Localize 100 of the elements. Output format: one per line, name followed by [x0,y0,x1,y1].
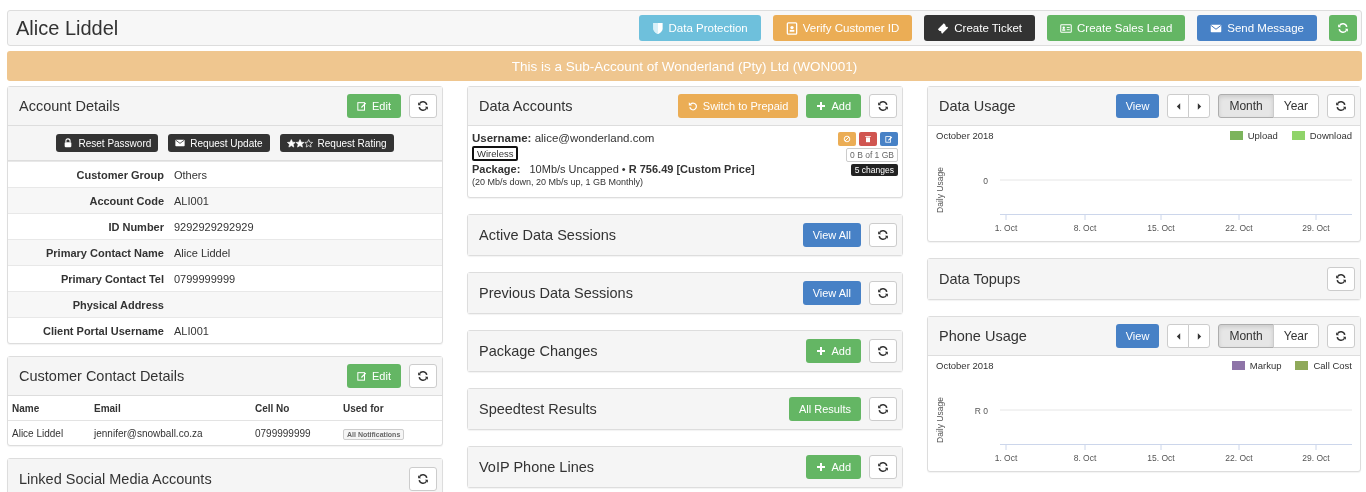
panel-title: Customer Contact Details [19,368,186,384]
field-label: Primary Contact Name [45,246,164,259]
refresh-button[interactable] [409,467,437,491]
field-label: ID Number [107,220,164,233]
panel-action-button[interactable]: All Results [789,397,861,421]
refresh-button[interactable] [409,94,437,118]
field-label: Account Code [88,194,164,207]
panel-action-button[interactable]: Add [806,339,861,363]
field-label: Client Portal Username [41,324,164,337]
refresh-icon [417,100,429,112]
refresh-button[interactable] [409,364,437,388]
account-action-button[interactable]: Request Rating [279,134,394,152]
chart-period: October 2018 [936,360,994,371]
header-action-button[interactable]: Create Sales Lead [1047,15,1186,41]
header-action-button[interactable]: Create Ticket [924,15,1035,41]
y-axis-label: Daily Usage [935,397,945,443]
refresh-button[interactable] [869,397,897,421]
edit-button[interactable] [880,132,898,146]
field-value: ALI001 [174,324,209,337]
add-button[interactable]: Add [806,94,861,118]
field-value: Others [174,168,207,181]
field-label: Primary Contact Tel [59,272,164,285]
package-speed-details: (20 Mb/s down, 20 Mb/s up, 1 GB Monthly) [472,177,644,187]
panel-title: Data Topups [939,271,1022,287]
chart-period: October 2018 [936,130,994,141]
panel-action-button[interactable]: View All [802,223,861,247]
plus-icon [816,101,827,111]
table-cell-text: jennifer@snowball.co.za [94,427,204,439]
refresh-button[interactable] [1327,324,1355,348]
trash-icon [864,135,872,143]
ban-icon [843,135,851,143]
edit-button[interactable]: Edit [347,364,401,388]
refresh-button[interactable] [869,281,897,305]
account-action-button[interactable]: Reset Password [56,134,159,152]
x-tick-label: 22. Oct [1225,453,1253,463]
refresh-button[interactable] [869,339,897,363]
panel-action-button[interactable]: Add [806,455,861,479]
caret-right-icon [1196,332,1202,340]
header-action-button[interactable]: Data Protection [638,15,761,41]
changes-count: 5 changes [850,164,898,176]
panel-title: Speedtest Results [479,401,598,417]
plus-icon [816,346,827,356]
sub-account-banner: This is a Sub-Account of Wonderland (Pty) Ltd (WON001) [7,51,1362,81]
panel-title: Data Accounts [479,98,574,114]
plus-icon [816,462,827,472]
y-axis-label: Daily Usage [935,167,945,213]
refresh-icon [1335,273,1347,285]
y-tick-label: R 0 [974,406,988,416]
legend-label: Call Cost [1313,360,1352,371]
period-toggle[interactable]: Month [1218,324,1274,348]
account-action-button[interactable]: Request Update [168,134,270,152]
view-button[interactable]: View [1115,94,1160,118]
panel-title: Account Details [19,98,121,114]
column-header: Email [94,402,122,414]
panel-action-button[interactable]: View All [802,281,861,305]
y-tick-label: 0 [983,176,988,186]
refresh-button[interactable] [869,455,897,479]
refresh-icon [877,461,889,473]
column-header: Used for [343,402,385,414]
x-tick-label: 8. Oct [1073,453,1097,463]
edit-icon [357,371,368,381]
x-tick-label: 29. Oct [1302,223,1330,233]
edit-button[interactable]: Edit [347,94,401,118]
refresh-button[interactable] [869,94,897,118]
caret-left-icon [1175,332,1181,340]
caret-right-icon [1196,102,1202,110]
x-tick-label: 29. Oct [1302,453,1330,463]
refresh-icon [417,370,429,382]
panel-title: Phone Usage [939,328,1028,344]
table-cell-text: Alice Liddel [12,427,65,439]
refresh-button[interactable] [1327,267,1355,291]
refresh-icon [877,229,889,241]
id-badge-icon [785,21,798,35]
x-tick-label: 15. Oct [1147,223,1175,233]
delete-button[interactable] [859,132,877,146]
account-username: Username: alice@wonderland.com [472,132,655,144]
stars-icon [286,138,313,148]
customer-name: Alice Liddel [16,16,119,40]
refresh-button[interactable] [869,223,897,247]
field-value: Alice Liddel [174,246,231,259]
legend-label: Markup [1249,360,1282,371]
refresh-icon [877,287,889,299]
usage-quota: 0 B of 1 GB [846,148,898,162]
panel-title: Linked Social Media Accounts [19,471,213,487]
refresh-button[interactable] [1327,94,1355,118]
period-toggle[interactable]: Month [1218,94,1274,118]
header-action-button[interactable]: Send Message [1197,15,1317,41]
refresh-icon [877,403,889,415]
x-tick-label: 8. Oct [1073,223,1097,233]
field-label: Customer Group [75,168,164,181]
ticket-icon [937,21,950,35]
period-toggle[interactable]: Year [1272,324,1319,348]
refresh-icon [877,345,889,357]
x-tick-label: 15. Oct [1147,453,1175,463]
view-button[interactable]: View [1115,324,1160,348]
field-value: 0799999999 [174,272,236,285]
lock-icon [63,138,74,148]
period-toggle[interactable]: Year [1272,94,1319,118]
panel-title: Active Data Sessions [479,227,617,243]
legend-label: Download [1309,130,1352,141]
